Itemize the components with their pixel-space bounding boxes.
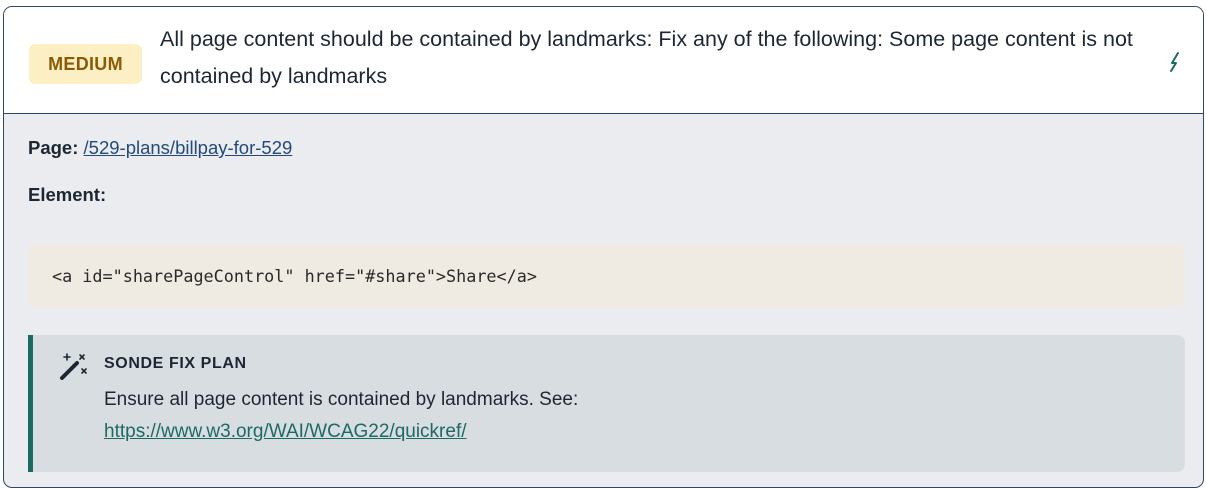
- page-link[interactable]: /529-plans/billpay-for-529: [84, 137, 293, 158]
- severity-badge: MEDIUM: [29, 44, 142, 84]
- page-label: Page:: [28, 137, 79, 158]
- fix-plan-description: Ensure all page content is contained by …: [104, 389, 579, 410]
- issue-title: All page content should be contained by …: [160, 27, 1133, 88]
- element-code-block: <a id="sharePageControl" href="#share">S…: [28, 244, 1185, 307]
- fix-plan-heading: SONDE FIX PLAN: [104, 355, 247, 372]
- page-row: Page: /529-plans/billpay-for-529: [28, 137, 292, 159]
- element-label: Element:: [28, 184, 107, 205]
- magic-wand-icon: [58, 352, 90, 382]
- issue-card: MEDIUM All page content should be contai…: [3, 6, 1204, 488]
- bolt-icon[interactable]: [1165, 51, 1185, 73]
- fix-plan-panel: SONDE FIX PLAN Ensure all page content i…: [28, 335, 1185, 472]
- fix-plan-text: Ensure all page content is contained by …: [104, 384, 1104, 448]
- issue-header[interactable]: MEDIUM All page content should be contai…: [4, 7, 1203, 114]
- fix-plan-link[interactable]: https://www.w3.org/WAI/WCAG22/quickref/: [104, 421, 467, 442]
- element-code: <a id="sharePageControl" href="#share">S…: [52, 265, 537, 286]
